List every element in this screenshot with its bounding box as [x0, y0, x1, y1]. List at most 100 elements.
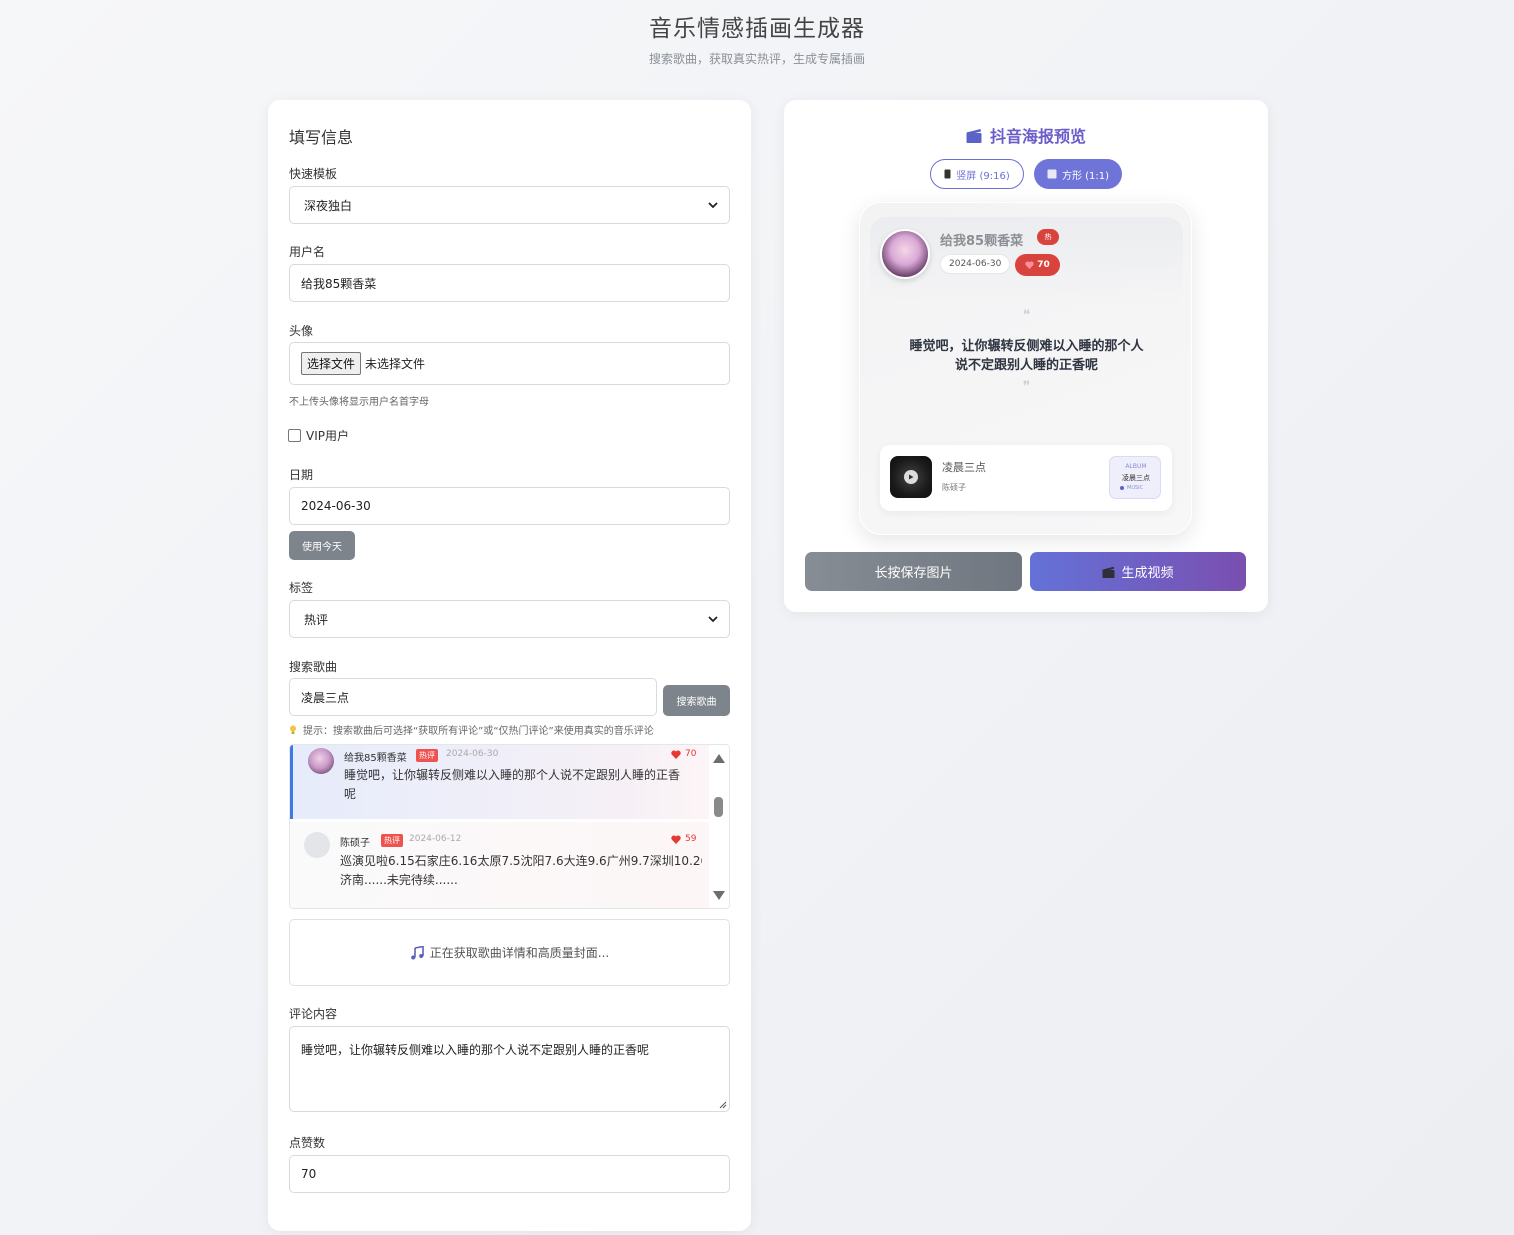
- vip-checkbox[interactable]: [288, 429, 301, 442]
- template-select[interactable]: 深夜独白: [289, 186, 730, 224]
- search-tip: 提示：搜索歌曲后可选择“获取所有评论”或“仅热门评论”来使用真实的音乐评论: [289, 722, 654, 737]
- comment-scrollbar[interactable]: [709, 745, 729, 908]
- poster-song-title: 凌晨三点: [942, 461, 986, 474]
- preview-card: 抖音海报预览 竖屏 (9:16) 方形 (1:1) 给我85颗香菜 热 2024…: [784, 100, 1268, 612]
- tag-value: 热评: [304, 612, 329, 627]
- username-input[interactable]: 给我85颗香菜: [289, 264, 730, 302]
- poster-username: 给我85颗香菜: [940, 234, 1024, 249]
- generate-video-label: 生成视频: [1121, 566, 1174, 581]
- likes-label: 点赞数: [289, 1136, 326, 1150]
- ratio-vertical-button[interactable]: 竖屏 (9:16): [930, 159, 1024, 189]
- poster-avatar: [880, 229, 930, 279]
- dot-icon: [1120, 486, 1124, 490]
- scroll-down-icon[interactable]: [713, 891, 725, 900]
- comment-likes-count: 70: [685, 749, 697, 759]
- vip-label: VIP用户: [306, 429, 349, 443]
- comment-avatar: [308, 748, 334, 774]
- comment-tag: 热评: [381, 834, 403, 847]
- album-tag-label: ALBUM: [1125, 463, 1147, 470]
- resize-handle-icon[interactable]: [718, 1100, 727, 1109]
- comment-content-value: 睡觉吧，让你辗转反侧难以入睡的那个人说不定跟别人睡的正香呢: [301, 1043, 650, 1057]
- search-label: 搜索歌曲: [289, 660, 338, 674]
- search-button[interactable]: 搜索歌曲: [663, 685, 730, 716]
- album-disc: [890, 456, 932, 498]
- heart-icon: [671, 835, 681, 844]
- close-quote-icon: ❞: [1022, 379, 1031, 395]
- heart-icon: [1025, 261, 1034, 269]
- date-label: 日期: [289, 468, 314, 482]
- username-value: 给我85颗香菜: [301, 276, 377, 291]
- phone-icon: [944, 169, 951, 179]
- search-input[interactable]: 凌晨三点: [289, 678, 657, 716]
- comment-text-line1: 睡觉吧，让你辗转反侧难以入睡的那个人说不定跟别人睡的正香: [344, 768, 681, 782]
- poster-likes: 70: [1015, 254, 1060, 276]
- avatar-file-input[interactable]: 选择文件 未选择文件: [289, 342, 730, 385]
- comment-likes-count: 59: [685, 834, 697, 844]
- poster-quote: 睡觉吧，让你辗转反侧难以入睡的那个人 说不定跟别人睡的正香呢: [890, 337, 1163, 375]
- comment-date: 2024-06-30: [446, 749, 499, 759]
- album-tag-music: MUSIC: [1120, 485, 1143, 491]
- play-icon: [904, 470, 918, 484]
- poster-artist: 陈硕子: [942, 483, 966, 492]
- form-card: 填写信息 快速模板 深夜独白 用户名 给我85颗香菜 头像 选择文件 未选择文件…: [268, 100, 751, 1231]
- comment-user: 给我85颗香菜: [344, 753, 407, 764]
- scroll-up-icon[interactable]: [713, 754, 725, 763]
- form-section-title: 填写信息: [289, 128, 354, 147]
- comment-text-line2: 济南......未完待续......: [340, 873, 458, 887]
- generate-video-button[interactable]: 生成视频: [1030, 552, 1246, 591]
- ratio-square-button[interactable]: 方形 (1:1): [1034, 159, 1122, 189]
- tag-select[interactable]: 热评: [289, 600, 730, 638]
- search-tip-text: 提示：搜索歌曲后可选择“获取所有评论”或“仅热门评论”来使用真实的音乐评论: [303, 726, 654, 737]
- comment-avatar: [304, 832, 330, 858]
- poster-music-card: 凌晨三点 陈硕子 ALBUM 凌晨三点 MUSIC: [880, 445, 1172, 511]
- username-label: 用户名: [289, 245, 326, 259]
- choose-file-button[interactable]: 选择文件: [301, 352, 362, 375]
- likes-input[interactable]: 70: [289, 1155, 730, 1193]
- date-input[interactable]: 2024-06-30: [289, 487, 730, 525]
- date-value: 2024-06-30: [301, 499, 371, 513]
- music-note-icon: [410, 945, 424, 959]
- comment-text-line2: 呢: [344, 787, 357, 801]
- comment-likes: 59: [671, 834, 696, 844]
- template-label: 快速模板: [289, 167, 338, 181]
- loading-status: 正在获取歌曲详情和高质量封面...: [289, 919, 730, 986]
- bulb-icon: [290, 725, 296, 734]
- tag-label: 标签: [289, 581, 314, 595]
- poster-preview: 给我85颗香菜 热 2024-06-30 70 ❝ 睡觉吧，让你辗转反侧难以入睡…: [859, 202, 1192, 535]
- preview-title-row: 抖音海报预览: [784, 123, 1268, 147]
- poster-date: 2024-06-30: [940, 254, 1011, 274]
- avatar-label: 头像: [289, 324, 314, 338]
- clapper-icon: [966, 128, 982, 143]
- poster-quote-line1: 睡觉吧，让你辗转反侧难以入睡的那个人: [909, 339, 1144, 354]
- comment-text-line1: 巡演见啦6.15石家庄6.16太原7.5沈阳7.6大连9.6广州9.7深圳10.…: [340, 854, 702, 868]
- page-title: 音乐情感插画生成器: [649, 16, 865, 42]
- comment-user: 陈硕子: [340, 838, 370, 849]
- avatar-help: 不上传头像将显示用户名首字母: [289, 397, 429, 408]
- comment-textarea[interactable]: 睡觉吧，让你辗转反侧难以入睡的那个人说不定跟别人睡的正香呢: [289, 1026, 730, 1112]
- comment-tag: 热评: [416, 749, 438, 762]
- poster-quote-line2: 说不定跟别人睡的正香呢: [954, 358, 1098, 373]
- comment-date: 2024-06-12: [409, 834, 462, 844]
- preview-title: 抖音海报预览: [989, 127, 1086, 146]
- comment-content-label: 评论内容: [289, 1007, 338, 1021]
- scrollbar-thumb[interactable]: [714, 797, 723, 817]
- ratio-square-label: 方形 (1:1): [1061, 170, 1110, 182]
- ratio-vertical-label: 竖屏 (9:16): [956, 170, 1010, 182]
- comment-item[interactable]: 陈硕子 热评 2024-06-12 59 巡演见啦6.15石家庄6.16太原7.…: [290, 822, 711, 908]
- search-value: 凌晨三点: [301, 690, 350, 705]
- music-tag-text: MUSIC: [1127, 485, 1144, 491]
- comment-text: 睡觉吧，让你辗转反侧难以入睡的那个人说不定跟别人睡的正香 呢: [344, 766, 704, 804]
- use-today-button[interactable]: 使用今天: [289, 531, 355, 560]
- save-image-button[interactable]: 长按保存图片: [805, 552, 1022, 591]
- chevron-down-icon: [708, 202, 718, 209]
- poster-likes-count: 70: [1037, 260, 1050, 270]
- album-tag: ALBUM 凌晨三点 MUSIC: [1109, 456, 1161, 499]
- square-icon: [1047, 169, 1057, 179]
- chevron-down-icon: [708, 616, 718, 623]
- comment-list[interactable]: 给我85颗香菜 热评 2024-06-30 70 睡觉吧，让你辗转反侧难以入睡的…: [289, 744, 730, 909]
- comment-item-selected[interactable]: 给我85颗香菜 热评 2024-06-30 70 睡觉吧，让你辗转反侧难以入睡的…: [290, 745, 711, 819]
- likes-value: 70: [301, 1167, 317, 1181]
- album-tag-name: 凌晨三点: [1122, 474, 1150, 482]
- template-value: 深夜独白: [304, 198, 353, 213]
- file-status: 未选择文件: [365, 357, 426, 371]
